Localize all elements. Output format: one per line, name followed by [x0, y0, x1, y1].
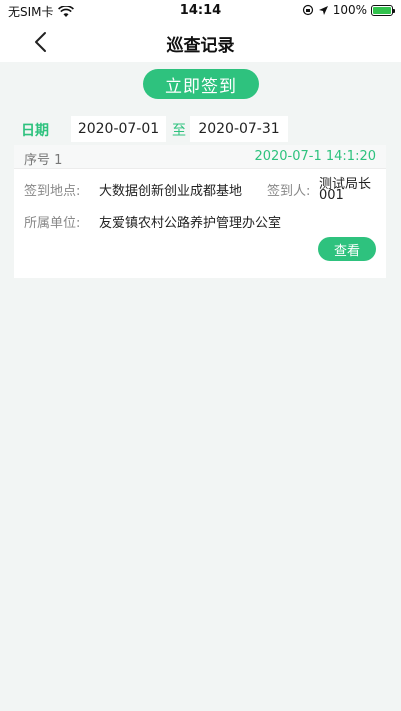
- signer-label: 签到人:: [267, 184, 311, 199]
- record-time: 2020-07-1 14:1:20: [254, 149, 376, 164]
- checkin-button[interactable]: 立即签到: [143, 69, 259, 99]
- status-bar: 无SIM卡 14:14 100%: [0, 0, 401, 22]
- orientation-lock-icon: [302, 4, 313, 16]
- record-header: 序号 1 2020-07-1 14:1:20: [14, 145, 386, 169]
- battery-percent: 100%: [332, 3, 367, 17]
- record-seq: 序号 1: [24, 153, 63, 168]
- record-card: 序号 1 2020-07-1 14:1:20 签到地点: 大数据创新创业成都基地…: [14, 145, 386, 278]
- unit-label: 所属单位:: [24, 216, 81, 231]
- navbar: 巡查记录: [0, 22, 401, 62]
- start-date-picker[interactable]: 2020-07-01: [71, 116, 166, 142]
- location-label: 签到地点:: [24, 184, 81, 199]
- location-value: 大数据创新创业成都基地: [99, 184, 243, 199]
- date-filter: 日期 2020-07-01 至 2020-07-31: [0, 116, 401, 142]
- view-button[interactable]: 查看: [318, 237, 376, 261]
- date-separator: 至: [172, 123, 186, 139]
- status-right: 100%: [302, 3, 395, 17]
- signer-value-line2: 001: [319, 188, 344, 203]
- location-icon: [318, 5, 328, 15]
- end-date-picker[interactable]: 2020-07-31: [190, 116, 288, 142]
- unit-value: 友爱镇农村公路养护管理办公室: [99, 216, 282, 231]
- page-title: 巡查记录: [166, 36, 235, 56]
- date-label: 日期: [21, 123, 49, 139]
- battery-icon: [371, 4, 395, 16]
